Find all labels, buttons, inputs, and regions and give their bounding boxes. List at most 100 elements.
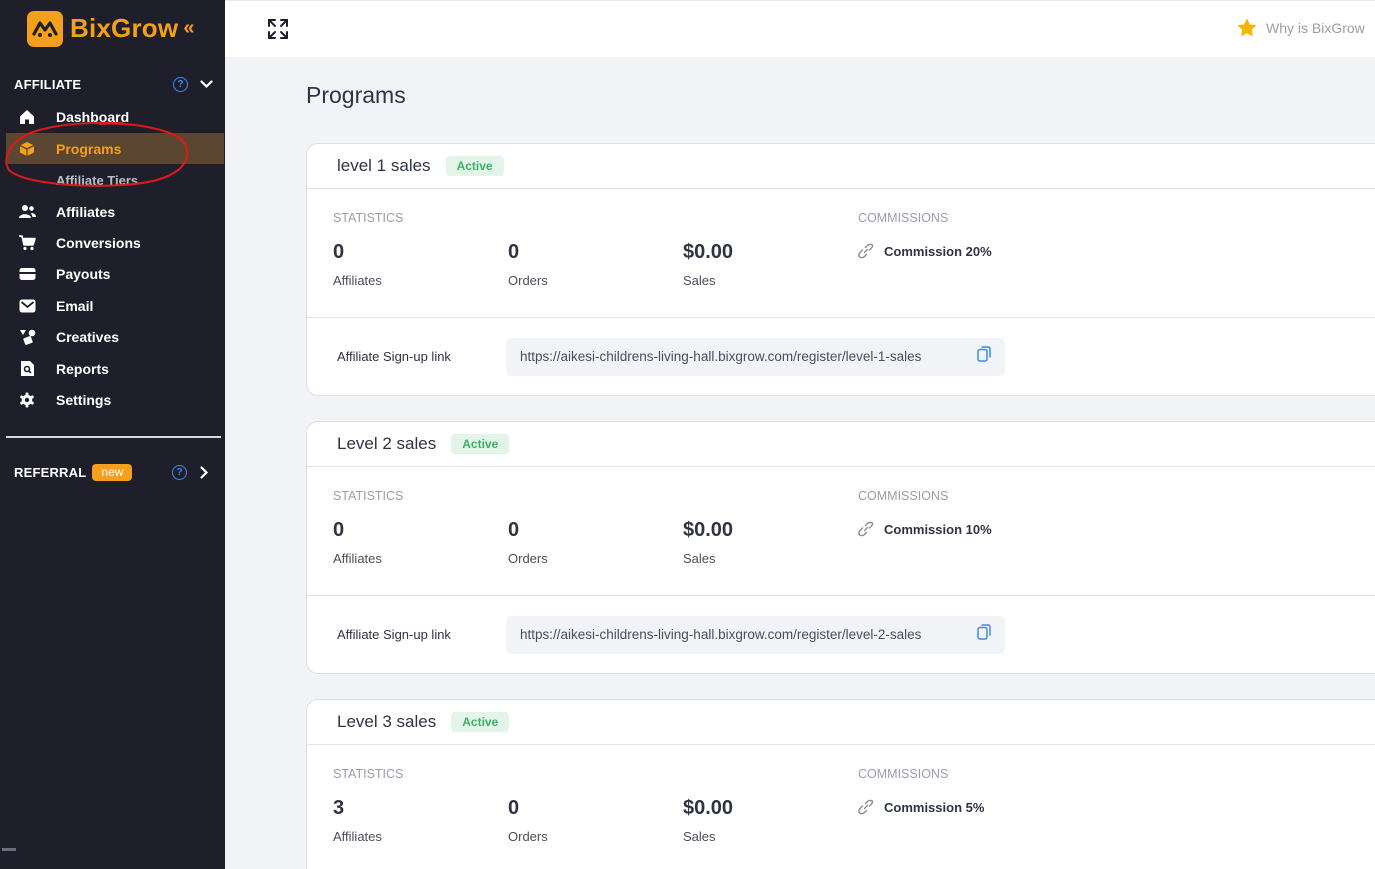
- orders-label: Orders: [508, 829, 548, 844]
- link-icon: [858, 521, 874, 537]
- sidebar-item-conversions[interactable]: Conversions: [6, 227, 224, 258]
- link-icon: [858, 243, 874, 259]
- copy-icon[interactable]: [977, 624, 991, 645]
- topbar: Why is BixGrow: [225, 0, 1375, 57]
- brand-name: BixGrow: [70, 13, 179, 43]
- link-icon: [858, 799, 874, 815]
- referral-section-title: REFERRAL: [14, 465, 87, 480]
- statistics-caption: STATISTICS: [333, 211, 404, 225]
- users-icon: [18, 203, 36, 221]
- fullscreen-expand-icon[interactable]: [267, 18, 289, 45]
- sidebar-item-affiliates[interactable]: Affiliates: [6, 196, 224, 227]
- new-badge: new: [92, 464, 133, 481]
- affiliates-label: Affiliates: [333, 273, 382, 288]
- affiliates-label: Affiliates: [333, 829, 382, 844]
- status-badge: Active: [451, 434, 510, 454]
- sidebar-item-email[interactable]: Email: [6, 290, 224, 321]
- copy-icon[interactable]: [977, 346, 991, 367]
- sidebar-item-label: Settings: [56, 391, 112, 408]
- signup-link-label: Affiliate Sign-up link: [337, 349, 451, 364]
- sidebar-item-settings[interactable]: Settings: [6, 384, 224, 415]
- signup-link-row: Affiliate Sign-up link https://aikesi-ch…: [307, 596, 1375, 673]
- signup-link-text[interactable]: https://aikesi-childrens-living-hall.bix…: [520, 349, 967, 364]
- affiliates-count: 0: [333, 241, 345, 263]
- commission-text: Commission 5%: [884, 799, 985, 815]
- sidebar-item-label: Reports: [56, 360, 109, 377]
- report-icon: [18, 360, 36, 378]
- commission-rate: Commission 5%: [858, 799, 984, 815]
- affiliate-section-title: AFFILIATE: [14, 77, 82, 92]
- status-badge: Active: [451, 712, 510, 732]
- help-icon[interactable]: ?: [172, 465, 187, 480]
- logo[interactable]: BixGrow «: [0, 0, 225, 57]
- page-title: Programs: [306, 82, 406, 108]
- sidebar-item-reports[interactable]: Reports: [6, 353, 224, 384]
- signup-link-text[interactable]: https://aikesi-childrens-living-hall.bix…: [520, 627, 967, 642]
- sidebar-item-label: Conversions: [56, 234, 141, 251]
- program-statistics: STATISTICS COMMISSIONS 3 Affiliates 0 Or…: [307, 745, 1375, 869]
- sales-amount: $0.00: [683, 241, 734, 263]
- sidebar-item-label: Affiliates: [56, 203, 116, 220]
- scroll-indicator: [2, 848, 16, 851]
- annotation-circle: [5, 121, 189, 187]
- sales-label: Sales: [683, 829, 716, 844]
- signup-link-label: Affiliate Sign-up link: [337, 627, 451, 642]
- orders-count: 0: [508, 519, 520, 541]
- program-card-header: level 1 sales Active: [307, 144, 1375, 189]
- commissions-caption: COMMISSIONS: [858, 211, 949, 225]
- chevron-right-icon[interactable]: [200, 466, 209, 479]
- sidebar-item-label: Creatives: [56, 328, 120, 345]
- program-card-header: Level 3 sales Active: [307, 700, 1375, 745]
- statistics-caption: STATISTICS: [333, 489, 404, 503]
- program-card: level 1 sales Active STATISTICS COMMISSI…: [306, 143, 1375, 396]
- star-icon: [1237, 18, 1257, 37]
- why-bixgrow-link[interactable]: Why is BixGrow: [1237, 18, 1365, 37]
- orders-count: 0: [508, 241, 520, 263]
- program-name[interactable]: level 1 sales: [337, 156, 431, 176]
- program-name[interactable]: Level 2 sales: [337, 434, 436, 454]
- commissions-caption: COMMISSIONS: [858, 767, 949, 781]
- sales-amount: $0.00: [683, 519, 734, 541]
- sidebar-item-payouts[interactable]: Payouts: [6, 258, 224, 289]
- wallet-icon: [18, 265, 36, 283]
- program-card-header: Level 2 sales Active: [307, 422, 1375, 467]
- signup-link-row: Affiliate Sign-up link https://aikesi-ch…: [307, 318, 1375, 395]
- cart-icon: [18, 234, 36, 252]
- commission-rate: Commission 10%: [858, 521, 992, 537]
- mail-icon: [18, 297, 36, 315]
- shapes-icon: [18, 328, 36, 346]
- why-bixgrow-text: Why is BixGrow: [1266, 19, 1365, 36]
- gear-icon: [18, 391, 36, 409]
- commission-rate: Commission 20%: [858, 243, 992, 259]
- program-card: Level 2 sales Active STATISTICS COMMISSI…: [306, 421, 1375, 674]
- affiliates-label: Affiliates: [333, 551, 382, 566]
- sidebar-divider: [6, 436, 221, 438]
- affiliates-count: 0: [333, 519, 345, 541]
- program-card: Level 3 sales Active STATISTICS COMMISSI…: [306, 699, 1375, 869]
- orders-label: Orders: [508, 273, 548, 288]
- sidebar: BixGrow « AFFILIATE ? Dashboard Programs…: [0, 0, 225, 869]
- signup-link-field[interactable]: https://aikesi-childrens-living-hall.bix…: [506, 615, 1005, 654]
- sidebar-item-label: Payouts: [56, 265, 111, 282]
- status-badge: Active: [445, 156, 504, 176]
- sales-label: Sales: [683, 551, 716, 566]
- program-name[interactable]: Level 3 sales: [337, 712, 436, 732]
- referral-section-header[interactable]: REFERRAL new ?: [14, 464, 213, 481]
- orders-label: Orders: [508, 551, 548, 566]
- affiliate-section-header[interactable]: AFFILIATE ?: [14, 77, 213, 92]
- chevron-down-icon[interactable]: [200, 80, 213, 89]
- help-icon[interactable]: ?: [173, 77, 188, 92]
- sidebar-item-creatives[interactable]: Creatives: [6, 321, 224, 352]
- sidebar-item-label: Email: [56, 297, 94, 314]
- collapse-sidebar-icon[interactable]: «: [183, 17, 194, 40]
- program-statistics: STATISTICS COMMISSIONS 0 Affiliates 0 Or…: [307, 189, 1375, 318]
- program-statistics: STATISTICS COMMISSIONS 0 Affiliates 0 Or…: [307, 467, 1375, 596]
- bixgrow-logo-icon: [27, 10, 63, 47]
- commission-text: Commission 10%: [884, 521, 992, 537]
- orders-count: 0: [508, 797, 520, 819]
- statistics-caption: STATISTICS: [333, 767, 404, 781]
- commissions-caption: COMMISSIONS: [858, 489, 949, 503]
- commission-text: Commission 20%: [884, 243, 992, 259]
- signup-link-field[interactable]: https://aikesi-childrens-living-hall.bix…: [506, 337, 1005, 376]
- affiliates-count: 3: [333, 797, 345, 819]
